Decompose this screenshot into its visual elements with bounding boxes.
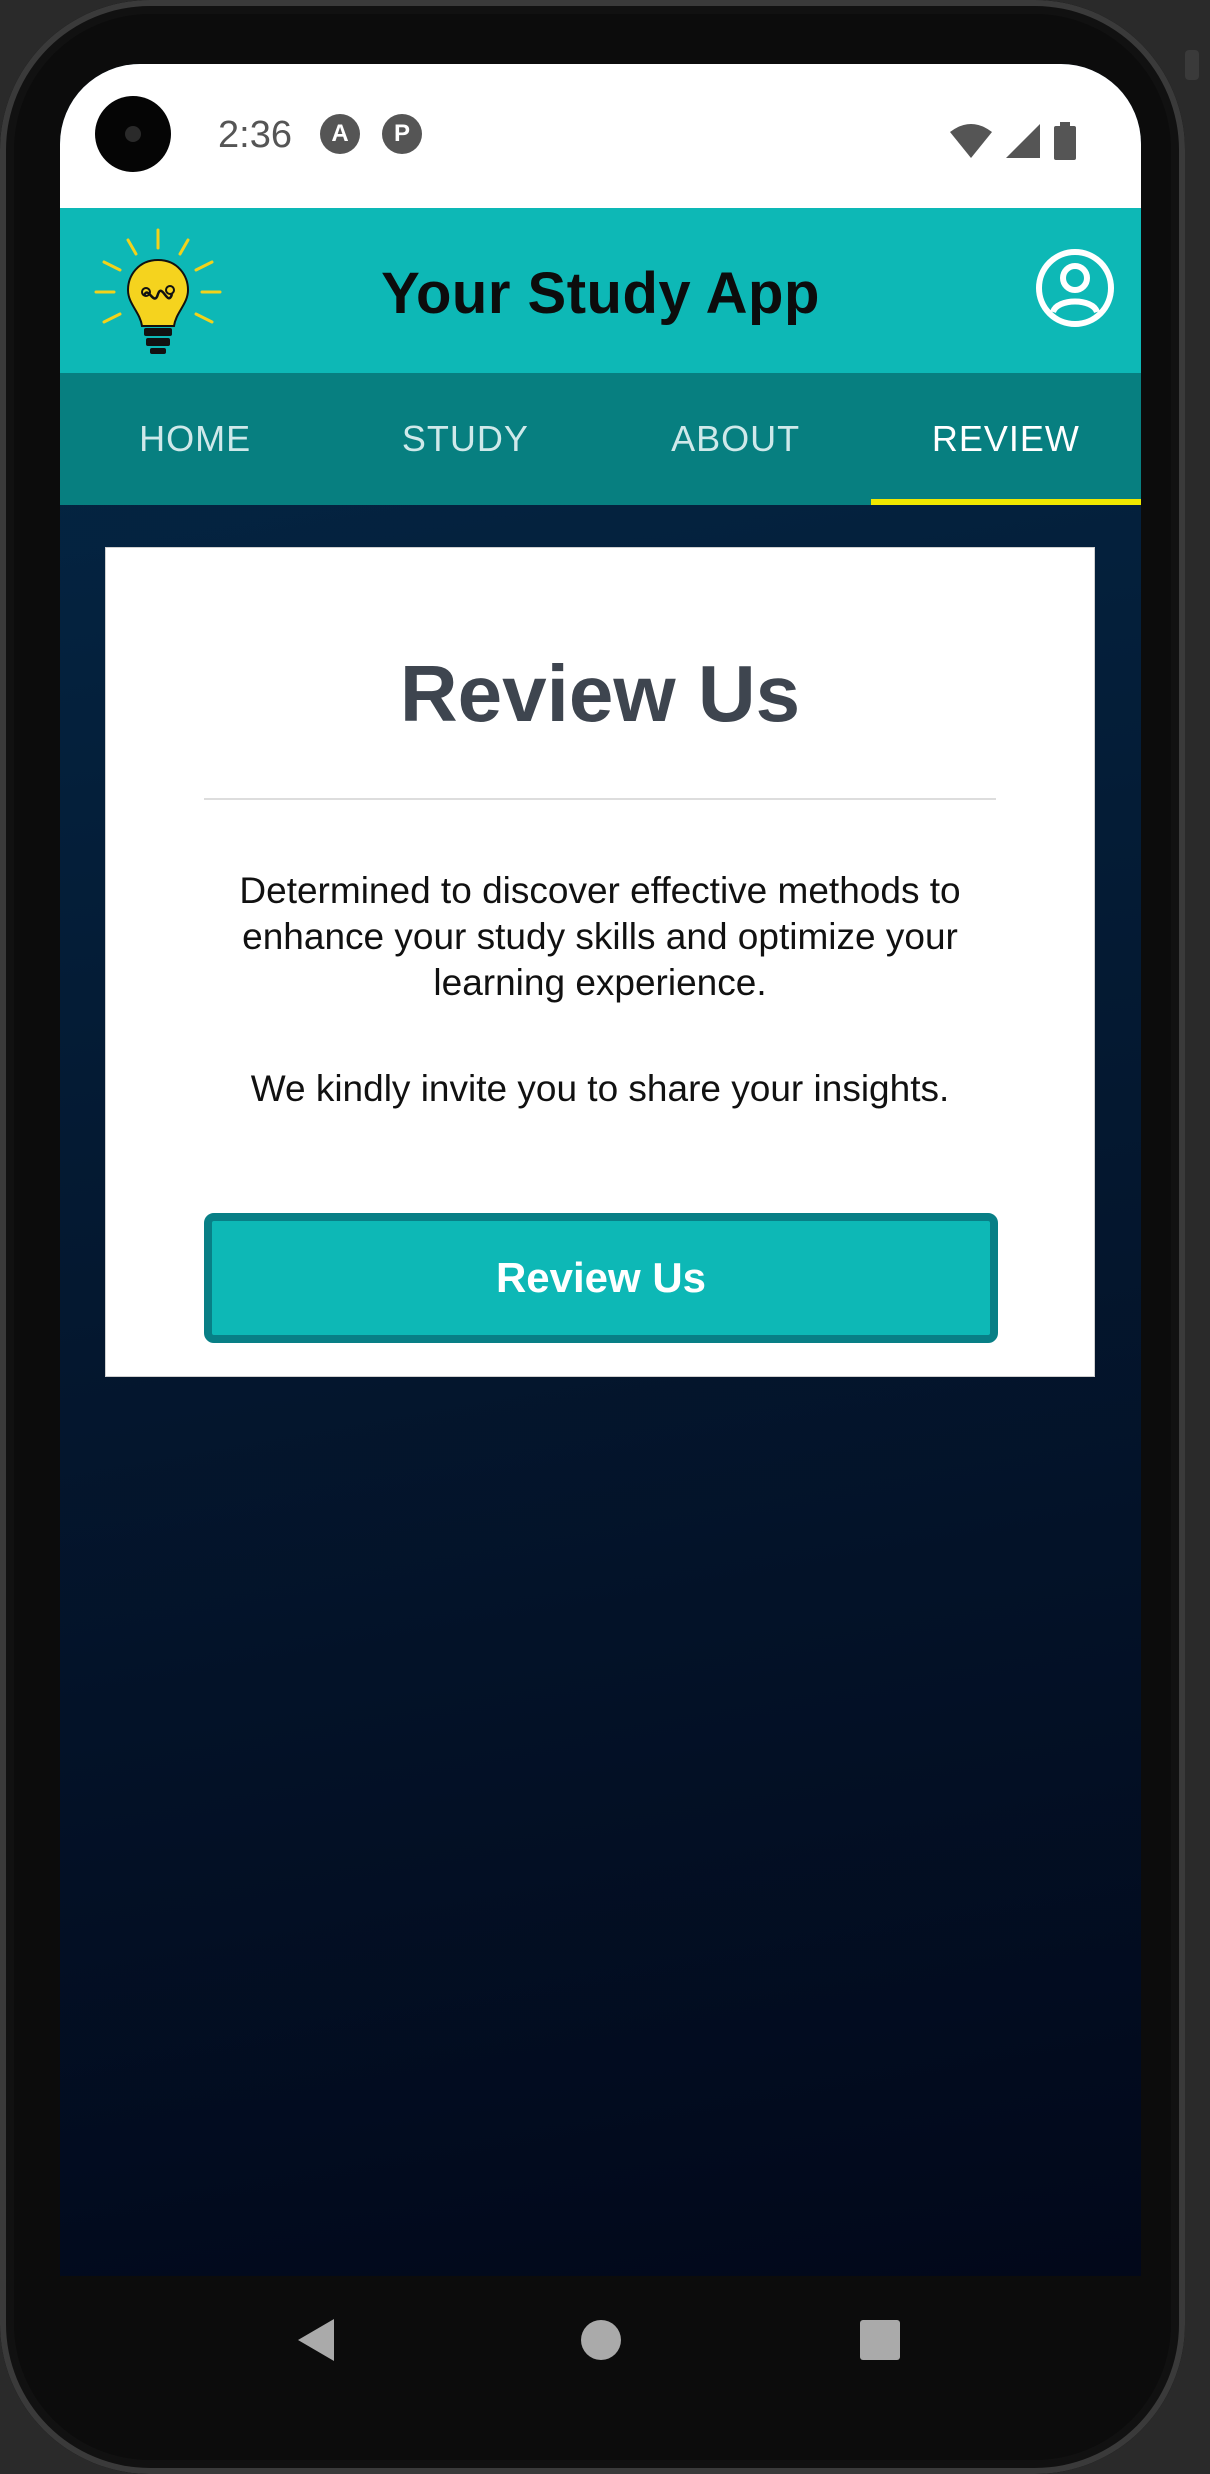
status-bar: 2:36 A P xyxy=(60,64,1141,208)
card-description: Determined to discover effective methods… xyxy=(239,870,961,1003)
profile-icon[interactable] xyxy=(1035,248,1115,328)
app-header: Your Study App xyxy=(60,208,1141,373)
tab-home[interactable]: HOME xyxy=(60,373,330,505)
notification-icon-p: P xyxy=(382,114,422,154)
side-button xyxy=(1185,50,1199,80)
divider xyxy=(204,798,996,800)
review-card: Review Us Determined to discover effecti… xyxy=(105,547,1095,1377)
tab-about[interactable]: ABOUT xyxy=(601,373,871,505)
back-icon[interactable] xyxy=(294,2317,338,2363)
status-icons xyxy=(950,122,1076,160)
status-time: 2:36 xyxy=(218,114,292,156)
card-invite-text: We kindly invite you to share your insig… xyxy=(250,1068,950,1109)
notification-icon-a: A xyxy=(320,114,360,154)
phone-frame: 2:36 A P Your Study App HOME STUDY ABOUT… xyxy=(0,0,1199,2474)
recents-icon[interactable] xyxy=(860,2320,900,2360)
front-camera xyxy=(95,96,171,172)
tab-bar: HOME STUDY ABOUT REVIEW xyxy=(60,373,1141,505)
signal-icon xyxy=(1006,124,1040,158)
battery-icon xyxy=(1054,122,1076,160)
system-nav-bar xyxy=(0,2212,1185,2412)
tab-review[interactable]: REVIEW xyxy=(870,373,1141,505)
wifi-icon xyxy=(950,124,992,158)
app-title: Your Study App xyxy=(381,261,820,326)
card-title: Review Us xyxy=(399,649,801,738)
home-icon[interactable] xyxy=(580,2319,622,2361)
screen: 2:36 A P Your Study App HOME STUDY ABOUT… xyxy=(60,64,1141,2276)
tab-study[interactable]: STUDY xyxy=(330,373,600,505)
review-us-button[interactable]: Review Us xyxy=(204,1213,998,1343)
